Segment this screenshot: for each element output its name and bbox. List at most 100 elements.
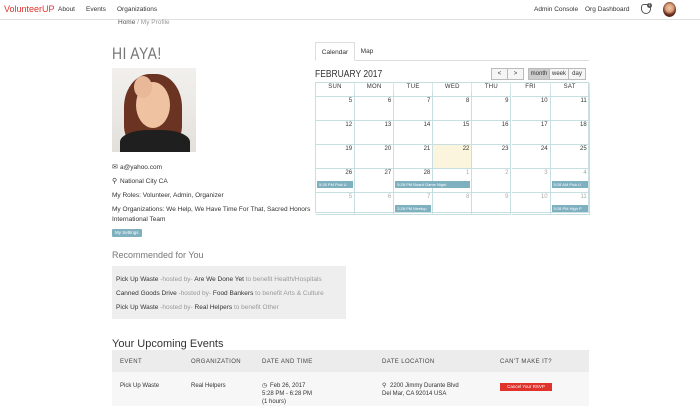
- recommended-title: Recommended for You: [112, 250, 204, 260]
- calendar-day-cell[interactable]: 9: [472, 193, 512, 215]
- row-event[interactable]: Pick Up Waste: [120, 382, 159, 390]
- calendar-prev-button[interactable]: <: [491, 68, 508, 80]
- rec-event-name[interactable]: Canned Goods Drive: [116, 290, 177, 297]
- calendar-day-cell[interactable]: 11: [550, 97, 590, 121]
- brand-logo[interactable]: VolunteerUP: [4, 4, 55, 14]
- view-week-button[interactable]: week: [549, 68, 569, 80]
- calendar-day-cell[interactable]: 7: [394, 97, 434, 121]
- rec-event-name[interactable]: Pick Up Waste: [116, 276, 158, 283]
- day-number: 10: [540, 98, 548, 104]
- breadcrumb-current: My Profile: [140, 19, 170, 26]
- day-number: 5: [348, 194, 353, 200]
- nav-link-organizations[interactable]: Organizations: [117, 6, 157, 13]
- day-number: 3: [544, 170, 548, 176]
- row-city: Del Mar, CA 92014 USA: [382, 391, 447, 397]
- calendar-day-cell[interactable]: 12: [316, 121, 356, 145]
- day-header-fri: FRI: [512, 83, 551, 92]
- calendar-day-cell[interactable]: 10: [511, 97, 551, 121]
- col-event: EVENT: [120, 359, 143, 365]
- nav-link-admin-console[interactable]: Admin Console: [534, 6, 578, 13]
- row-org[interactable]: Real Helpers: [191, 382, 226, 390]
- calendar-day-cell[interactable]: 5: [316, 193, 356, 215]
- day-number: 8: [466, 98, 470, 104]
- my-settings-button[interactable]: My Settings: [112, 229, 142, 237]
- calendar-day-cell[interactable]: 10: [511, 193, 551, 215]
- calendar-day-cell[interactable]: 16: [472, 121, 512, 145]
- calendar-day-cell[interactable]: 2: [472, 169, 512, 193]
- day-header-wed: WED: [433, 83, 473, 92]
- day-number: 1: [466, 170, 470, 176]
- day-number: 14: [423, 122, 431, 128]
- day-number: 15: [462, 122, 470, 128]
- calendar-day-cell[interactable]: 8: [433, 193, 473, 215]
- nav-link-events[interactable]: Events: [86, 6, 106, 13]
- profile-greeting: HI AYA!: [112, 44, 162, 63]
- user-avatar[interactable]: [663, 2, 676, 17]
- calendar-day-cell[interactable]: 24: [511, 145, 551, 169]
- rec-event-name[interactable]: Pick Up Waste: [116, 304, 158, 311]
- rec-org-name[interactable]: Real Helpers: [195, 304, 233, 311]
- cancel-rsvp-button[interactable]: Cancel Your RSVP: [500, 383, 552, 391]
- calendar-event[interactable]: 5:28 AM Pick U: [551, 181, 588, 188]
- calendar-day-cell[interactable]: 14: [394, 121, 434, 145]
- calendar-day-cell[interactable]: 8: [433, 97, 473, 121]
- day-number: 20: [384, 146, 392, 152]
- breadcrumb-home[interactable]: Home: [118, 19, 135, 26]
- row-time: 5:28 PM - 6:28 PM: [262, 391, 313, 397]
- calendar-day-cell[interactable]: 15: [433, 121, 473, 145]
- day-header-sun: SUN: [316, 83, 356, 92]
- day-number: 23: [501, 146, 509, 152]
- tab-calendar[interactable]: Calendar: [315, 42, 355, 61]
- breadcrumb: Home / My Profile: [118, 19, 170, 26]
- list-item[interactable]: Canned Goods Drive -hosted by- Food Bank…: [116, 290, 324, 297]
- rec-org-name[interactable]: Are We Done Yet: [194, 276, 244, 283]
- calendar-day-cell[interactable]: 20: [355, 145, 395, 169]
- calendar-day-cell[interactable]: 3: [511, 169, 551, 193]
- calendar-day-cell[interactable]: 21: [394, 145, 434, 169]
- day-number: 24: [540, 146, 548, 152]
- day-number: 16: [501, 122, 509, 128]
- rec-org-name[interactable]: Food Bankers: [213, 290, 253, 297]
- calendar-day-cell[interactable]: 6: [355, 97, 395, 121]
- day-number: 26: [345, 170, 353, 176]
- calendar-day-cell[interactable]: 27: [355, 169, 395, 193]
- day-number: 6: [387, 194, 392, 200]
- calendar-event[interactable]: 5:28 PM Board Game Night: [395, 181, 471, 188]
- day-header-thu: THU: [472, 83, 512, 92]
- day-number: 10: [540, 194, 548, 200]
- day-number: 11: [580, 98, 587, 104]
- profile-organizations: My Organizations: We Help, We Have Time …: [112, 206, 311, 223]
- profile-roles: My Roles: Volunteer, Admin, Organizer: [112, 192, 224, 199]
- upcoming-events-title: Your Upcoming Events: [112, 338, 224, 350]
- list-item[interactable]: Pick Up Waste -hosted by- Real Helpers t…: [116, 304, 279, 311]
- calendar-day-cell[interactable]: 18: [550, 121, 590, 145]
- calendar-month-title: FEBRUARY 2017: [315, 69, 383, 80]
- calendar-next-button[interactable]: >: [507, 68, 524, 80]
- calendar-day-cell[interactable]: 19: [316, 145, 356, 169]
- calendar-event[interactable]: 2:28 PM Meetup: [395, 205, 432, 212]
- col-organization: ORGANIZATION: [191, 359, 242, 365]
- rec-benefit: to benefit Arts & Culture: [255, 290, 324, 297]
- calendar-event[interactable]: 5:28 PM High P: [551, 205, 588, 212]
- rec-hosted-by: -hosted by-: [160, 276, 193, 283]
- calendar-event[interactable]: 5:28 PM Pick U: [317, 181, 354, 188]
- calendar-day-cell[interactable]: 22: [433, 145, 473, 169]
- day-number: 21: [423, 146, 431, 152]
- calendar-day-cell[interactable]: 25: [550, 145, 590, 169]
- day-number: 22: [462, 146, 470, 152]
- calendar-day-cell[interactable]: 23: [472, 145, 512, 169]
- tab-map[interactable]: Map: [355, 42, 379, 61]
- calendar-day-cell[interactable]: 6: [355, 193, 395, 215]
- nav-link-org-dashboard[interactable]: Org Dashboard: [585, 6, 629, 13]
- list-item[interactable]: Pick Up Waste -hosted by- Are We Done Ye…: [116, 276, 322, 283]
- calendar-day-cell[interactable]: 13: [355, 121, 395, 145]
- profile-email-row: ✉ a@yahoo.com: [112, 163, 162, 173]
- view-day-button[interactable]: day: [568, 68, 586, 80]
- calendar-day-cell[interactable]: 17: [511, 121, 551, 145]
- view-month-button[interactable]: month: [528, 68, 550, 80]
- calendar-day-cell[interactable]: 5: [316, 97, 356, 121]
- envelope-icon: ✉: [112, 164, 118, 171]
- calendar-day-cell[interactable]: 9: [472, 97, 512, 121]
- day-header-tue: TUE: [394, 83, 434, 92]
- nav-link-about[interactable]: About: [58, 6, 75, 13]
